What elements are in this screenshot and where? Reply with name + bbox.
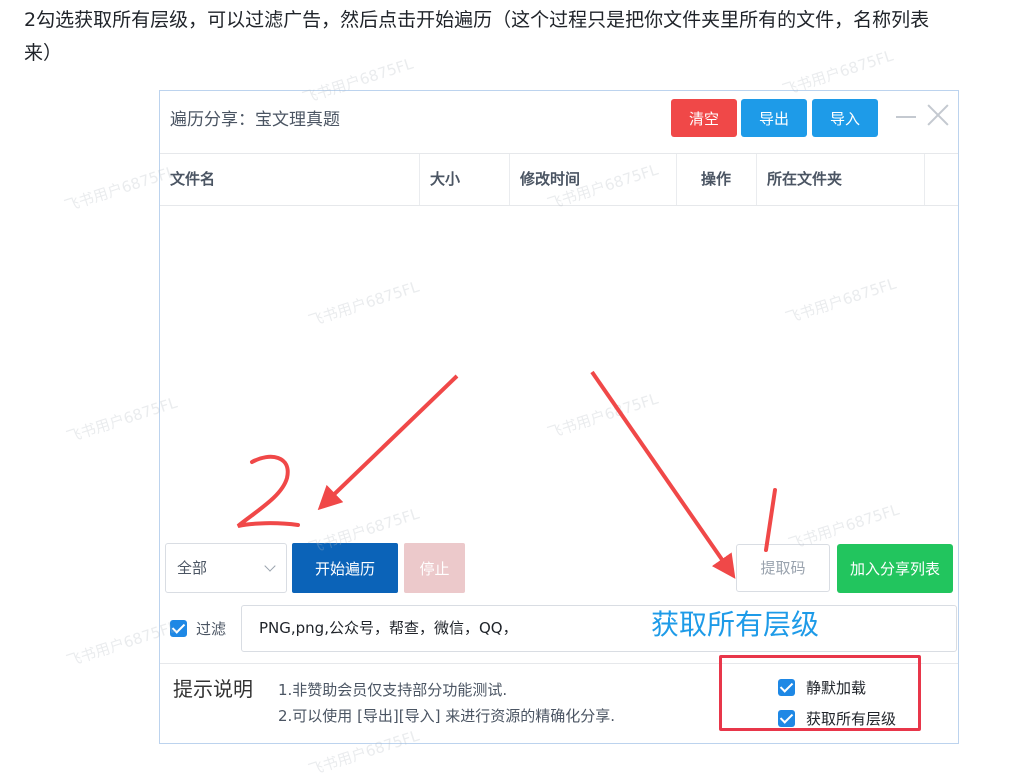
handwritten-number-1 [764,488,777,552]
red-arrow-to-options [590,370,736,579]
annotation-all-levels-text: 获取所有层级 [651,608,820,641]
red-arrow-to-start [317,374,459,511]
handwritten-number-2 [236,454,300,528]
annotation-highlight-box [719,655,921,731]
annotation-overlay [236,370,777,579]
